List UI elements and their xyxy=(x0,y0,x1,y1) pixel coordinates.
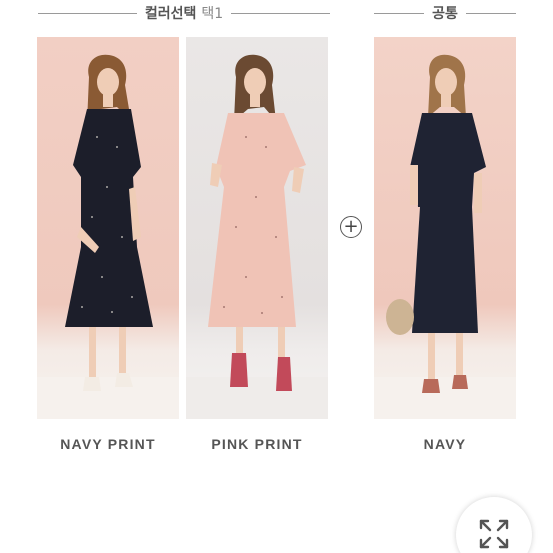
caption-navy-print: NAVY PRINT xyxy=(60,436,156,452)
common-header: 공통 xyxy=(374,2,517,24)
product-photo-navy[interactable] xyxy=(374,37,516,419)
expand-arrows-icon xyxy=(479,519,509,549)
header-rule xyxy=(231,12,331,14)
product-photo-navy-print[interactable] xyxy=(37,37,179,419)
plus-circle-icon: + xyxy=(340,216,362,238)
caption-pink-print: PINK PRINT xyxy=(211,436,303,452)
product-photo-pink-print[interactable] xyxy=(186,37,328,419)
common-title: 공통 xyxy=(432,6,458,22)
color-choice-header: 컬러선택 택1 xyxy=(38,2,331,24)
expand-button[interactable] xyxy=(456,497,532,553)
header-rule xyxy=(374,12,425,14)
color-choice-title: 컬러선택 택1 xyxy=(144,6,224,22)
header-rule xyxy=(38,12,137,14)
header-rule xyxy=(465,12,517,14)
choose-one-note: 택1 xyxy=(201,6,224,22)
caption-navy: NAVY xyxy=(423,436,467,452)
